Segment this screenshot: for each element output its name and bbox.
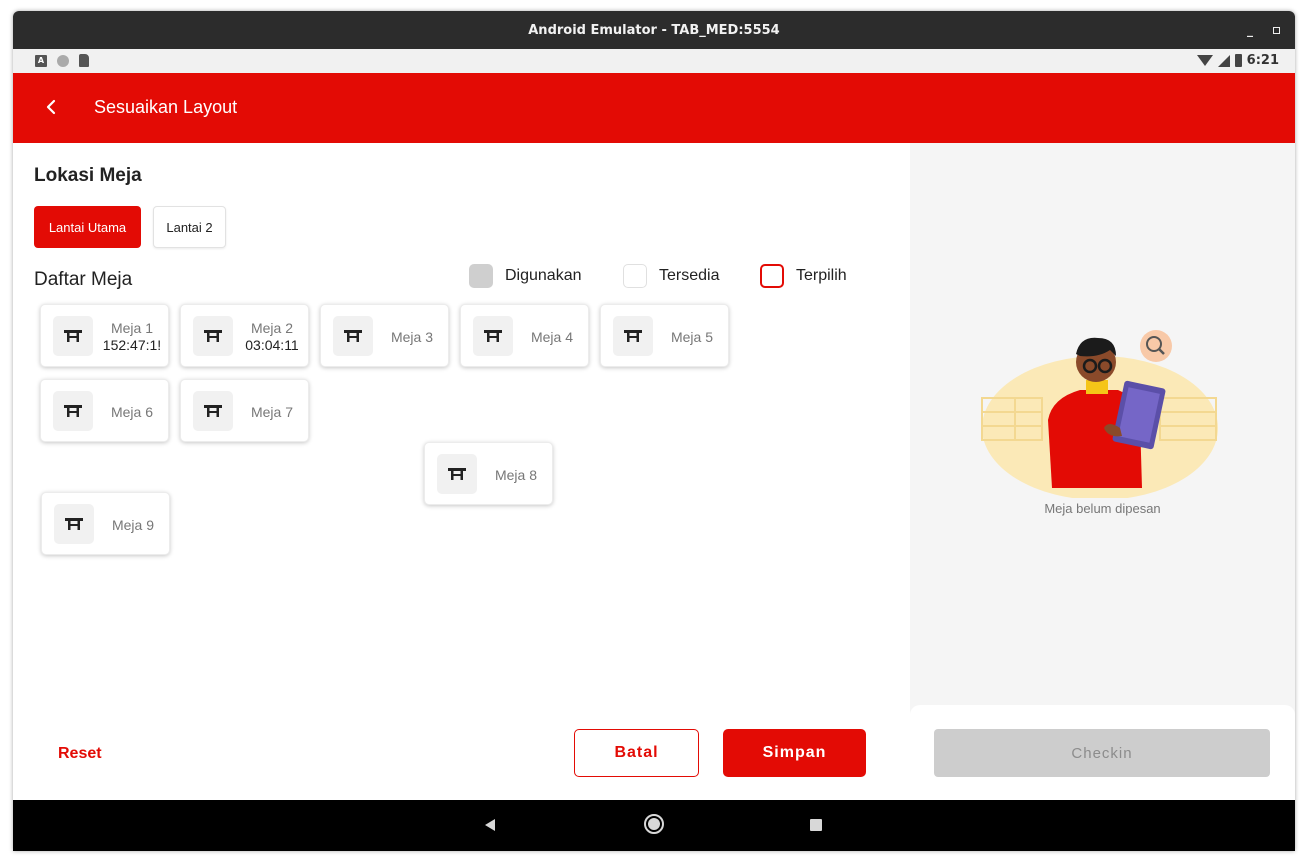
table-icon-box	[193, 316, 233, 356]
page-title: Sesuaikan Layout	[94, 97, 238, 117]
table-icon	[204, 330, 222, 342]
legend-available: Tersedia	[623, 264, 719, 288]
table-name: Meja 4	[530, 328, 574, 345]
app-bar: Sesuaikan Layout	[13, 73, 1295, 143]
window-title: Android Emulator - TAB_MED:5554	[528, 22, 780, 38]
legend-available-swatch	[623, 264, 647, 288]
minimize-button[interactable]: _	[1243, 23, 1257, 37]
nav-back-icon[interactable]	[485, 819, 495, 831]
location-title: Lokasi Meja	[34, 165, 142, 186]
table-name: Meja 6	[110, 403, 154, 420]
floor-tab-2[interactable]: Lantai 2	[153, 206, 226, 248]
table-icon	[448, 468, 466, 480]
table-card-meja-4[interactable]: Meja 4	[460, 304, 589, 367]
table-icon-box	[613, 316, 653, 356]
table-card-meja-6[interactable]: Meja 6	[40, 379, 169, 442]
window-titlebar: Android Emulator - TAB_MED:5554 _	[13, 11, 1295, 49]
table-card-meja-8[interactable]: Meja 8	[424, 442, 553, 505]
table-timer: 03:04:11	[245, 337, 299, 353]
status-time: 6:21	[1246, 53, 1279, 68]
table-icon-box	[53, 391, 93, 431]
table-card-meja-9[interactable]: Meja 9	[41, 492, 170, 555]
table-card-meja-3[interactable]: Meja 3	[320, 304, 449, 367]
table-icon-box	[53, 316, 93, 356]
table-icon	[484, 330, 502, 342]
legend-selected: Terpilih	[760, 264, 847, 288]
layout-editor-pane: Lokasi Meja Lantai Utama Lantai 2 Daftar…	[13, 143, 910, 800]
table-icon-box	[473, 316, 513, 356]
table-name: Meja 7	[250, 403, 294, 420]
nav-recents-icon[interactable]	[810, 819, 822, 831]
back-arrow-icon[interactable]	[41, 96, 63, 118]
table-list-title: Daftar Meja	[34, 269, 133, 290]
nav-home-icon[interactable]	[644, 814, 664, 834]
legend-selected-label: Terpilih	[796, 267, 847, 284]
reset-button[interactable]: Reset	[58, 745, 102, 763]
table-icon-box	[437, 454, 477, 494]
table-card-meja-2[interactable]: Meja 2 03:04:11	[180, 304, 309, 367]
table-card-meja-5[interactable]: Meja 5	[600, 304, 729, 367]
android-nav-bar	[13, 800, 1295, 851]
checkin-button[interactable]: Checkin	[934, 729, 1270, 777]
table-icon	[65, 518, 83, 530]
emulator-window: Android Emulator - TAB_MED:5554 _ A 6:21…	[13, 11, 1295, 851]
wifi-icon	[1196, 55, 1213, 66]
save-button[interactable]: Simpan	[723, 729, 866, 777]
table-icon	[344, 330, 362, 342]
table-icon	[204, 405, 222, 417]
sd-card-icon	[79, 54, 89, 67]
table-name: Meja 3	[390, 328, 434, 345]
table-timer: 152:47:1!	[102, 337, 162, 353]
table-name: Meja 9	[111, 516, 155, 533]
legend-selected-swatch	[760, 264, 784, 288]
cancel-button[interactable]: Batal	[574, 729, 699, 777]
table-card-meja-1[interactable]: Meja 1 152:47:1!	[40, 304, 169, 367]
legend-used-label: Digunakan	[505, 267, 582, 284]
cell-signal-icon	[1217, 54, 1230, 67]
maximize-button[interactable]	[1269, 23, 1283, 37]
legend-available-label: Tersedia	[659, 267, 720, 284]
empty-state-illustration	[981, 330, 1218, 498]
android-status-bar: A 6:21	[13, 49, 1295, 73]
table-icon	[624, 330, 642, 342]
floor-tab-main[interactable]: Lantai Utama	[34, 206, 141, 248]
table-name: Meja 5	[670, 328, 714, 345]
empty-state-text: Meja belum dipesan	[1044, 501, 1161, 516]
legend-used: Digunakan	[469, 264, 582, 288]
legend-used-swatch	[469, 264, 493, 288]
booking-side-panel: Meja belum dipesan	[910, 143, 1295, 800]
table-icon-box	[54, 504, 94, 544]
table-name: Meja 1	[110, 320, 154, 336]
table-card-meja-7[interactable]: Meja 7	[180, 379, 309, 442]
battery-icon	[1234, 54, 1242, 67]
table-icon	[64, 405, 82, 417]
notification-dot-icon	[57, 54, 69, 67]
table-icon-box	[193, 391, 233, 431]
checkin-panel: Checkin	[910, 705, 1295, 800]
table-name: Meja 2	[250, 320, 294, 336]
table-icon-box	[333, 316, 373, 356]
table-icon	[64, 330, 82, 342]
notification-a-icon: A	[35, 54, 47, 67]
table-name: Meja 8	[494, 466, 538, 483]
